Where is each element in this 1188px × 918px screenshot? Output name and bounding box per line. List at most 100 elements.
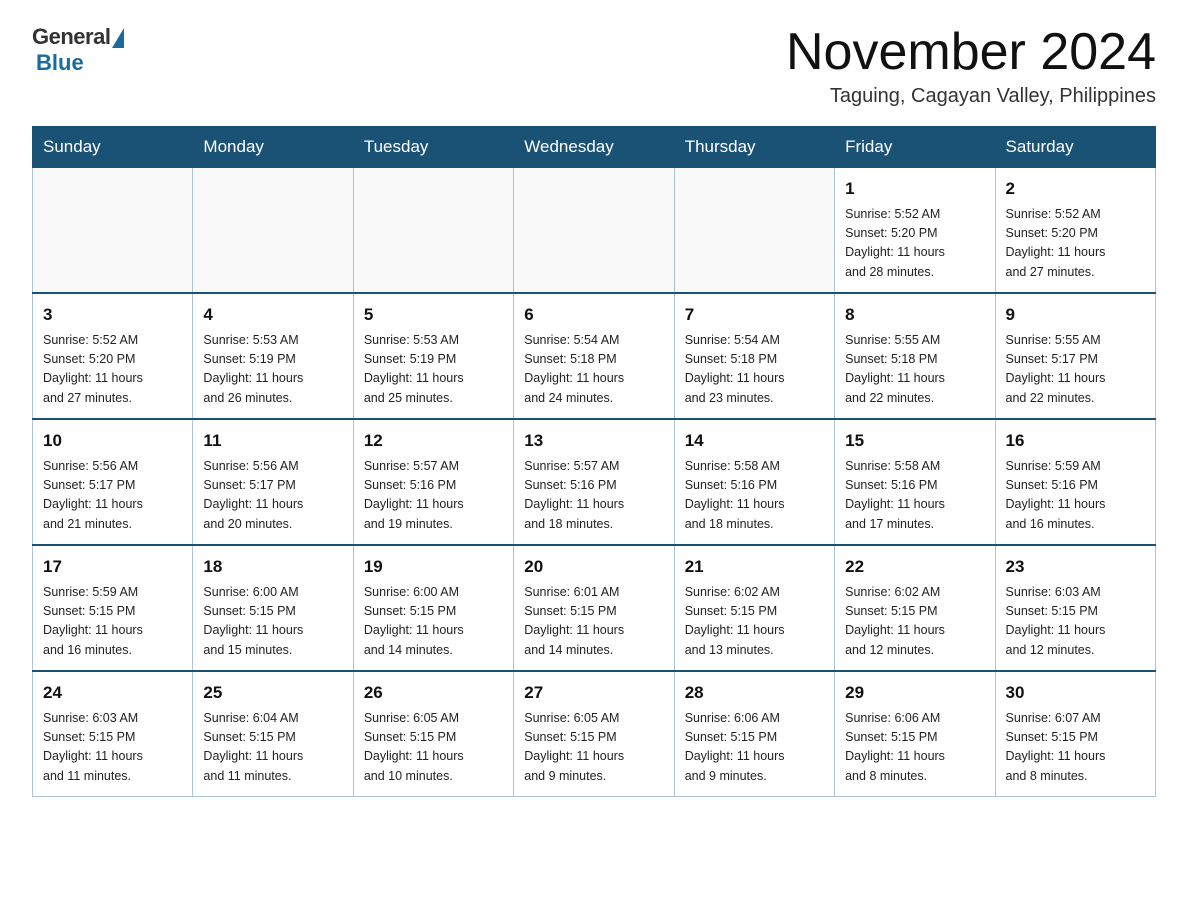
weekday-header-saturday: Saturday <box>995 127 1155 168</box>
calendar-day-cell: 6 Sunrise: 5:54 AMSunset: 5:18 PMDaylight… <box>514 293 674 419</box>
calendar-day-cell: 14 Sunrise: 5:58 AMSunset: 5:16 PMDayligh… <box>674 419 834 545</box>
day-info: Sunrise: 6:01 AMSunset: 5:15 PMDaylight:… <box>524 583 663 661</box>
calendar-day-cell: 19 Sunrise: 6:00 AMSunset: 5:15 PMDayligh… <box>353 545 513 671</box>
logo-general-text: General <box>32 24 110 50</box>
calendar-week-row: 17Sunrise: 5:59 AMSunset: 5:15 PMDayligh… <box>33 545 1156 671</box>
weekday-header-thursday: Thursday <box>674 127 834 168</box>
calendar-day-cell: 18 Sunrise: 6:00 AMSunset: 5:15 PMDayligh… <box>193 545 353 671</box>
calendar-day-cell: 15Sunrise: 5:58 AMSunset: 5:16 PMDayligh… <box>835 419 995 545</box>
day-info: Sunrise: 5:59 AMSunset: 5:15 PMDaylight:… <box>43 583 182 661</box>
day-number: 22 <box>845 554 984 580</box>
day-info: Sunrise: 5:59 AMSunset: 5:16 PMDaylight:… <box>1006 457 1145 535</box>
calendar-day-cell <box>674 168 834 294</box>
day-info: Sunrise: 6:04 AMSunset: 5:15 PMDaylight:… <box>203 709 342 787</box>
day-number: 9 <box>1006 302 1145 328</box>
day-info: Sunrise: 5:54 AMSunset: 5:18 PMDaylight:… <box>524 331 663 409</box>
day-number: 1 <box>845 176 984 202</box>
day-info: Sunrise: 6:06 AMSunset: 5:15 PMDaylight:… <box>685 709 824 787</box>
calendar-day-cell: 20 Sunrise: 6:01 AMSunset: 5:15 PMDayligh… <box>514 545 674 671</box>
calendar-week-row: 1 Sunrise: 5:52 AMSunset: 5:20 PMDaylight… <box>33 168 1156 294</box>
day-number: 14 <box>685 428 824 454</box>
day-number: 25 <box>203 680 342 706</box>
calendar-day-cell <box>353 168 513 294</box>
day-number: 2 <box>1006 176 1145 202</box>
day-number: 7 <box>685 302 824 328</box>
day-info: Sunrise: 5:56 AMSunset: 5:17 PMDaylight:… <box>43 457 182 535</box>
calendar-day-cell: 2 Sunrise: 5:52 AMSunset: 5:20 PMDaylight… <box>995 168 1155 294</box>
day-info: Sunrise: 5:57 AMSunset: 5:16 PMDaylight:… <box>524 457 663 535</box>
day-number: 26 <box>364 680 503 706</box>
day-number: 10 <box>43 428 182 454</box>
day-number: 13 <box>524 428 663 454</box>
calendar-day-cell: 30 Sunrise: 6:07 AMSunset: 5:15 PMDayligh… <box>995 671 1155 797</box>
day-info: Sunrise: 5:57 AMSunset: 5:16 PMDaylight:… <box>364 457 503 535</box>
header-right: November 2024 Taguing, Cagayan Valley, P… <box>786 24 1156 108</box>
day-info: Sunrise: 6:07 AMSunset: 5:15 PMDaylight:… <box>1006 709 1145 787</box>
day-number: 23 <box>1006 554 1145 580</box>
day-info: Sunrise: 6:02 AMSunset: 5:15 PMDaylight:… <box>685 583 824 661</box>
calendar-week-row: 3Sunrise: 5:52 AMSunset: 5:20 PMDaylight… <box>33 293 1156 419</box>
calendar-day-cell: 17Sunrise: 5:59 AMSunset: 5:15 PMDayligh… <box>33 545 193 671</box>
page-header: General Blue November 2024 Taguing, Caga… <box>32 24 1156 108</box>
calendar-day-cell <box>33 168 193 294</box>
day-info: Sunrise: 6:00 AMSunset: 5:15 PMDaylight:… <box>364 583 503 661</box>
calendar-day-cell: 7Sunrise: 5:54 AMSunset: 5:18 PMDaylight… <box>674 293 834 419</box>
calendar-day-cell: 8 Sunrise: 5:55 AMSunset: 5:18 PMDaylight… <box>835 293 995 419</box>
day-info: Sunrise: 5:52 AMSunset: 5:20 PMDaylight:… <box>1006 205 1145 283</box>
day-info: Sunrise: 6:00 AMSunset: 5:15 PMDaylight:… <box>203 583 342 661</box>
day-number: 21 <box>685 554 824 580</box>
day-number: 28 <box>685 680 824 706</box>
calendar-day-cell: 10 Sunrise: 5:56 AMSunset: 5:17 PMDayligh… <box>33 419 193 545</box>
day-info: Sunrise: 6:06 AMSunset: 5:15 PMDaylight:… <box>845 709 984 787</box>
weekday-header-sunday: Sunday <box>33 127 193 168</box>
day-info: Sunrise: 6:03 AMSunset: 5:15 PMDaylight:… <box>1006 583 1145 661</box>
day-info: Sunrise: 5:52 AMSunset: 5:20 PMDaylight:… <box>845 205 984 283</box>
day-number: 8 <box>845 302 984 328</box>
weekday-header-row: SundayMondayTuesdayWednesdayThursdayFrid… <box>33 127 1156 168</box>
logo-triangle-icon <box>112 28 124 48</box>
weekday-header-monday: Monday <box>193 127 353 168</box>
day-info: Sunrise: 5:55 AMSunset: 5:17 PMDaylight:… <box>1006 331 1145 409</box>
day-number: 30 <box>1006 680 1145 706</box>
calendar-day-cell: 11 Sunrise: 5:56 AMSunset: 5:17 PMDayligh… <box>193 419 353 545</box>
day-number: 5 <box>364 302 503 328</box>
day-number: 29 <box>845 680 984 706</box>
day-info: Sunrise: 5:52 AMSunset: 5:20 PMDaylight:… <box>43 331 182 409</box>
day-number: 16 <box>1006 428 1145 454</box>
calendar-day-cell: 13 Sunrise: 5:57 AMSunset: 5:16 PMDayligh… <box>514 419 674 545</box>
day-number: 6 <box>524 302 663 328</box>
calendar-day-cell: 21 Sunrise: 6:02 AMSunset: 5:15 PMDayligh… <box>674 545 834 671</box>
weekday-header-friday: Friday <box>835 127 995 168</box>
day-number: 18 <box>203 554 342 580</box>
calendar-day-cell: 3Sunrise: 5:52 AMSunset: 5:20 PMDaylight… <box>33 293 193 419</box>
day-number: 20 <box>524 554 663 580</box>
calendar-day-cell: 12 Sunrise: 5:57 AMSunset: 5:16 PMDayligh… <box>353 419 513 545</box>
day-info: Sunrise: 6:03 AMSunset: 5:15 PMDaylight:… <box>43 709 182 787</box>
day-info: Sunrise: 5:56 AMSunset: 5:17 PMDaylight:… <box>203 457 342 535</box>
calendar-day-cell: 28 Sunrise: 6:06 AMSunset: 5:15 PMDayligh… <box>674 671 834 797</box>
calendar-day-cell <box>514 168 674 294</box>
day-number: 11 <box>203 428 342 454</box>
calendar-table: SundayMondayTuesdayWednesdayThursdayFrid… <box>32 126 1156 797</box>
day-number: 27 <box>524 680 663 706</box>
calendar-day-cell: 23 Sunrise: 6:03 AMSunset: 5:15 PMDayligh… <box>995 545 1155 671</box>
day-number: 4 <box>203 302 342 328</box>
day-number: 12 <box>364 428 503 454</box>
day-number: 19 <box>364 554 503 580</box>
logo: General Blue <box>32 24 124 76</box>
day-info: Sunrise: 5:55 AMSunset: 5:18 PMDaylight:… <box>845 331 984 409</box>
calendar-day-cell: 5Sunrise: 5:53 AMSunset: 5:19 PMDaylight… <box>353 293 513 419</box>
day-number: 15 <box>845 428 984 454</box>
location-text: Taguing, Cagayan Valley, Philippines <box>786 85 1156 108</box>
day-info: Sunrise: 5:53 AMSunset: 5:19 PMDaylight:… <box>203 331 342 409</box>
calendar-day-cell: 1 Sunrise: 5:52 AMSunset: 5:20 PMDaylight… <box>835 168 995 294</box>
calendar-week-row: 10 Sunrise: 5:56 AMSunset: 5:17 PMDayligh… <box>33 419 1156 545</box>
calendar-day-cell: 25 Sunrise: 6:04 AMSunset: 5:15 PMDayligh… <box>193 671 353 797</box>
day-info: Sunrise: 5:58 AMSunset: 5:16 PMDaylight:… <box>685 457 824 535</box>
calendar-day-cell: 4 Sunrise: 5:53 AMSunset: 5:19 PMDaylight… <box>193 293 353 419</box>
calendar-day-cell: 24Sunrise: 6:03 AMSunset: 5:15 PMDayligh… <box>33 671 193 797</box>
calendar-day-cell: 29 Sunrise: 6:06 AMSunset: 5:15 PMDayligh… <box>835 671 995 797</box>
calendar-day-cell: 9 Sunrise: 5:55 AMSunset: 5:17 PMDaylight… <box>995 293 1155 419</box>
month-title: November 2024 <box>786 24 1156 81</box>
calendar-day-cell: 27Sunrise: 6:05 AMSunset: 5:15 PMDayligh… <box>514 671 674 797</box>
